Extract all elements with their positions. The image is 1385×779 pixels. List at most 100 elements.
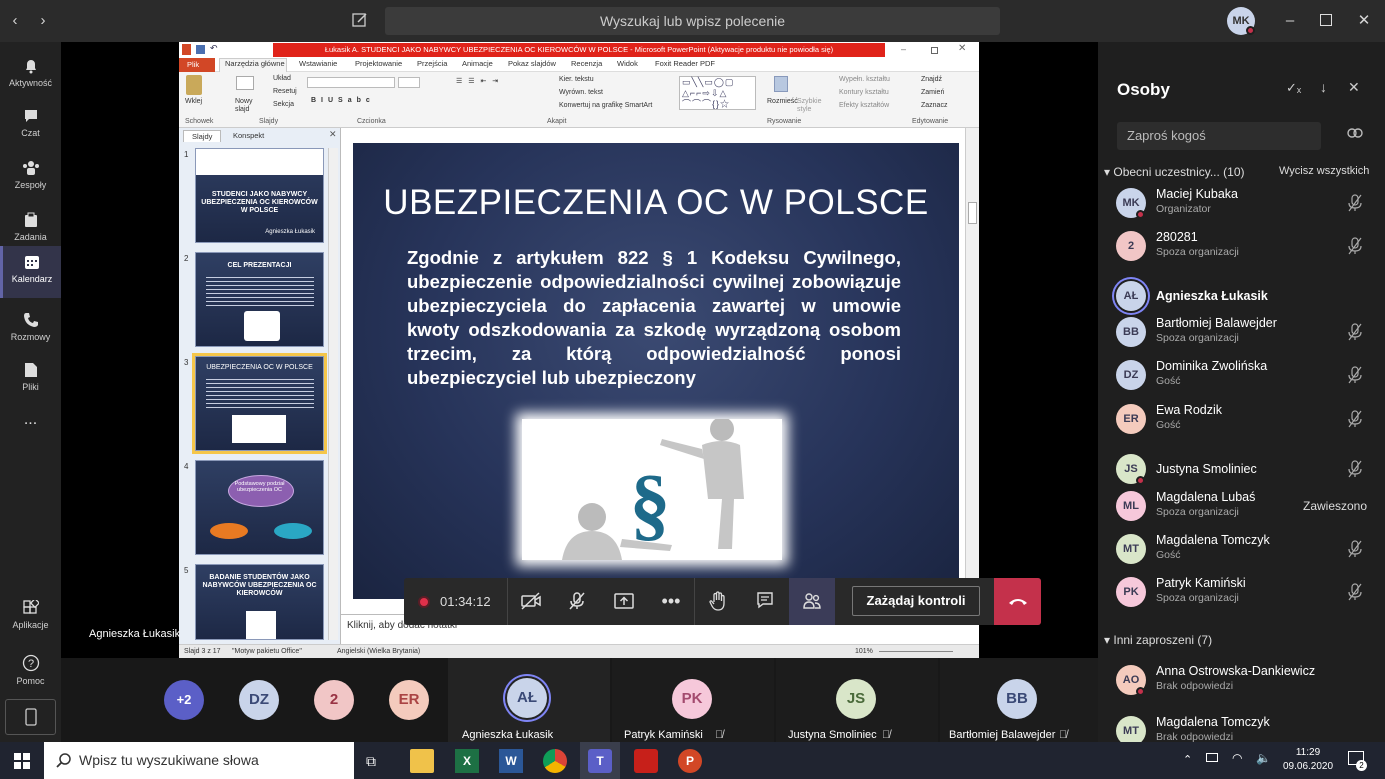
new-slide-button[interactable]: Nowy slajd — [235, 98, 257, 114]
tab-file[interactable]: Plik — [179, 58, 215, 72]
mic-off-icon[interactable] — [1347, 237, 1363, 255]
paste-button[interactable]: Wklej — [185, 98, 202, 105]
teams-taskbar-button[interactable]: T — [580, 742, 620, 779]
ppt-minimize-icon[interactable]: – — [901, 44, 906, 54]
volume-icon[interactable]: 🔈 — [1256, 751, 1271, 765]
more-icon[interactable]: ... — [0, 408, 61, 460]
rail-item-files[interactable]: Pliki — [0, 354, 61, 406]
pdf-reader-icon[interactable] — [634, 749, 658, 773]
taskbar-clock[interactable]: 11:29 09.06.2020 — [1283, 746, 1333, 774]
participant-row[interactable]: 2 280281 Spoza organizacji — [1098, 225, 1385, 269]
shapes-gallery[interactable]: ▭╲╲▭◯▢ △⌐⌐⇨⇩△ ⌒⌒⌒{}☆ — [679, 76, 756, 110]
text-direction-button[interactable]: Kier. tekstu — [559, 76, 594, 83]
panel-scrollbar[interactable] — [328, 148, 338, 640]
zoom-slider[interactable] — [879, 651, 953, 652]
tab-home[interactable]: Narzędzia główne — [225, 59, 285, 68]
participant-tile[interactable]: AŁ Agnieszka Łukasik — [448, 658, 610, 742]
share-screen-button[interactable] — [601, 578, 647, 625]
battery-icon[interactable] — [1206, 753, 1218, 762]
windows-start-icon[interactable] — [14, 753, 30, 769]
chrome-icon[interactable] — [543, 749, 567, 773]
font-name-select[interactable] — [307, 77, 395, 88]
participant-row[interactable]: BB Bartłomiej Balawejder Spoza organizacji — [1098, 311, 1385, 355]
arrange-icon[interactable] — [774, 76, 788, 92]
section-button[interactable]: Sekcja — [273, 101, 294, 108]
ppt-maximize-icon[interactable] — [931, 47, 938, 54]
slide-thumb-3[interactable]: UBEZPIECZENIA OC W POLSCE — [192, 353, 327, 454]
mute-button[interactable] — [554, 578, 600, 625]
request-control-button[interactable]: Zażądaj kontroli — [852, 586, 980, 616]
slide-thumb-4[interactable]: Podstawowy podział ubezpieczenia OC — [195, 460, 324, 555]
tab-slides[interactable]: Slajdy — [183, 130, 222, 142]
slide-canvas[interactable]: UBEZPIECZENIA OC W POLSCE Zgodnie z arty… — [353, 143, 959, 599]
wifi-icon[interactable]: ◠ — [1232, 751, 1242, 765]
undo-icon[interactable]: ↶ — [210, 43, 218, 54]
quick-styles-button[interactable]: Szybkie style — [797, 98, 825, 114]
slide-thumb-1[interactable]: STUDENCI JAKO NABYWCY UBEZPIECZENIA OC K… — [195, 148, 324, 243]
mute-all-icon[interactable]: ✓ₓ — [1286, 80, 1301, 96]
rail-item-chat[interactable]: Czat — [0, 100, 61, 152]
device-button[interactable] — [5, 699, 56, 735]
participant-row[interactable]: DZ Dominika Zwolińska Gość — [1098, 354, 1385, 398]
mic-off-icon[interactable] — [1347, 410, 1363, 428]
word-icon[interactable]: W — [499, 749, 523, 773]
find-button[interactable]: Znajdź — [921, 76, 942, 83]
invite-input[interactable]: Zaproś kogoś — [1117, 122, 1321, 150]
mute-all-button[interactable]: Wycisz wszystkich — [1279, 165, 1369, 177]
participant-row[interactable]: PK Patryk Kamiński Spoza organizacji — [1098, 571, 1385, 615]
zoom-level[interactable]: 101% — [855, 648, 873, 655]
download-icon[interactable]: ↓ — [1320, 79, 1327, 95]
mic-off-icon[interactable] — [1347, 323, 1363, 341]
ppt-close-icon[interactable]: ✕ — [958, 43, 966, 54]
chat-button[interactable] — [742, 578, 788, 625]
forward-arrow-icon[interactable]: › — [34, 0, 52, 42]
mic-off-icon[interactable] — [1347, 540, 1363, 558]
back-arrow-icon[interactable]: ‹ — [6, 0, 24, 42]
tab-view[interactable]: Widok — [617, 59, 638, 68]
replace-button[interactable]: Zamień — [921, 89, 944, 96]
shape-outline-button[interactable]: Kontury kształtu — [839, 89, 889, 96]
invited-section-header[interactable]: ▾ Inni zaproszeni (7) — [1104, 633, 1212, 647]
layout-button[interactable]: Układ — [273, 75, 291, 82]
participant-row[interactable]: MK Maciej Kubaka Organizator — [1098, 182, 1385, 226]
participant-row[interactable]: MT Magdalena Tomczyk Gość — [1098, 528, 1385, 572]
tab-foxit[interactable]: Foxit Reader PDF — [655, 59, 715, 68]
slide-thumb-2[interactable]: CEL PREZENTACJI — [195, 252, 324, 347]
camera-off-button[interactable] — [508, 578, 554, 625]
rail-item-activity[interactable]: Aktywność — [0, 50, 61, 102]
task-view-icon[interactable]: ⧉ — [366, 749, 390, 773]
maximize-icon[interactable] — [1320, 14, 1332, 26]
rail-item-teams[interactable]: Zespoły — [0, 152, 61, 204]
participant-avatar[interactable]: ER — [389, 680, 429, 720]
participant-avatar[interactable]: DZ — [239, 680, 279, 720]
align-text-button[interactable]: Wyrówn. tekst — [559, 89, 603, 96]
tab-outline[interactable]: Konspekt — [225, 130, 272, 142]
language-status[interactable]: Angielski (Wielka Brytania) — [337, 648, 420, 655]
overflow-avatar[interactable]: +2 — [164, 680, 204, 720]
more-options-icon[interactable]: ••• — [648, 578, 694, 625]
paste-icon[interactable] — [186, 75, 202, 95]
tab-insert[interactable]: Wstawianie — [299, 59, 337, 68]
font-size-select[interactable] — [398, 77, 420, 88]
close-icon[interactable]: ✕ — [1354, 0, 1374, 42]
raise-hand-button[interactable] — [695, 578, 741, 625]
shape-effects-button[interactable]: Efekty kształtów — [839, 102, 889, 109]
slide-thumb-5[interactable]: BADANIE STUDENTÓW JAKO NABYWCÓW UBEZPIEC… — [195, 564, 324, 640]
tab-animations[interactable]: Animacje — [462, 59, 493, 68]
participant-tile[interactable]: JS Justyna Smoliniec 🎙̸ — [776, 658, 938, 742]
present-section-header[interactable]: ▾ Obecni uczestnicy... (10) — [1104, 165, 1245, 179]
rail-item-apps[interactable]: Aplikacje — [0, 592, 61, 644]
rail-item-help[interactable]: ? Pomoc — [0, 646, 61, 698]
mic-off-icon[interactable] — [1347, 366, 1363, 384]
participant-avatar[interactable]: 2 — [314, 680, 354, 720]
bullets-buttons[interactable]: ☰ ☰ ⇤ ⇥ — [456, 77, 500, 85]
panel-close-icon[interactable]: ✕ — [329, 129, 337, 140]
tab-design[interactable]: Projektowanie — [355, 59, 402, 68]
mic-off-icon[interactable] — [1347, 194, 1363, 212]
rail-item-calendar[interactable]: Kalendarz — [0, 246, 61, 298]
tab-review[interactable]: Recenzja — [571, 59, 602, 68]
participant-row[interactable]: ER Ewa Rodzik Gość — [1098, 398, 1385, 442]
rail-item-calls[interactable]: Rozmowy — [0, 304, 61, 356]
tray-chevron-icon[interactable]: ⌃ — [1183, 753, 1192, 766]
participant-tile[interactable]: PK Patryk Kamiński 🎙̸ — [612, 658, 774, 742]
